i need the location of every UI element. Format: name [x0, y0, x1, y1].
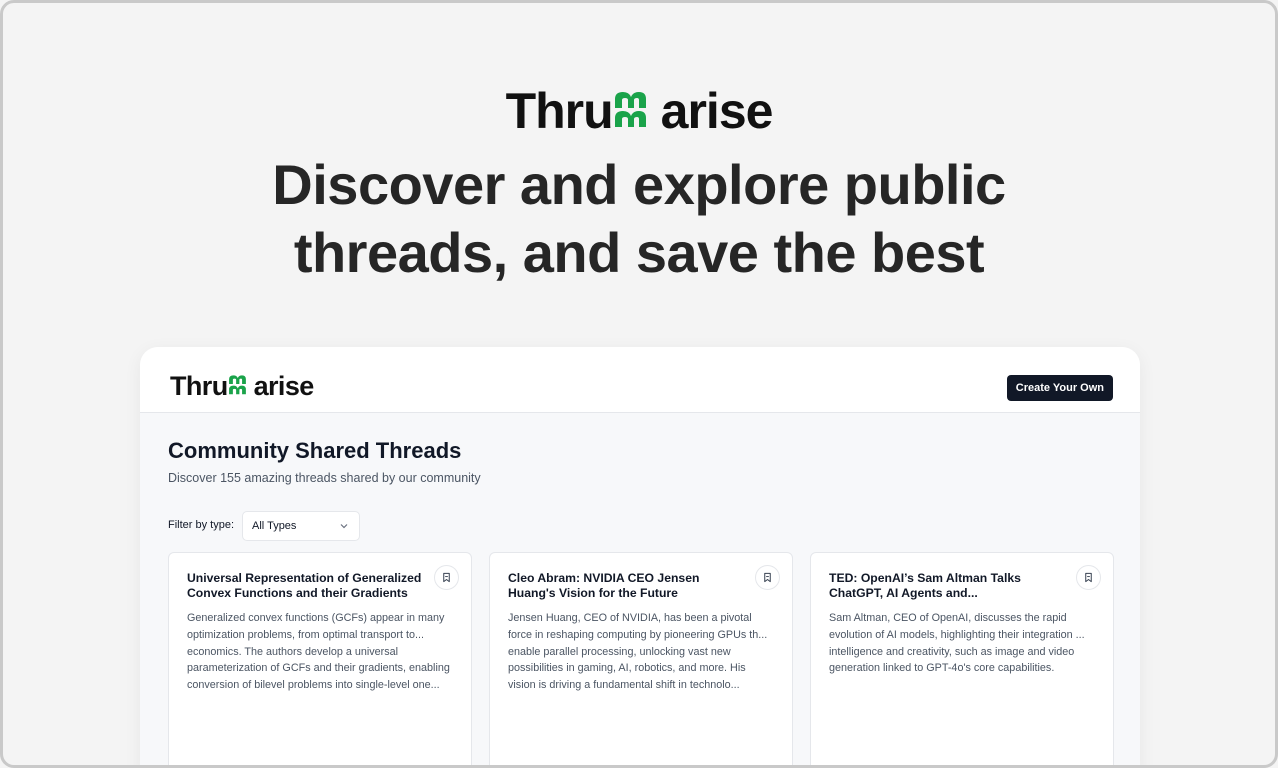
logo-text-thru: Thru [170, 371, 228, 401]
header-logo[interactable]: Thru arise [170, 371, 314, 401]
thread-card-title[interactable]: Universal Representation of Generalized … [187, 571, 427, 601]
app-header: Thru arise Create Your Own [140, 347, 1140, 413]
bookmark-icon [764, 572, 771, 583]
thread-card-summary: Sam Altman, CEO of OpenAI, discusses the… [829, 612, 1085, 675]
thread-card[interactable]: Cleo Abram: NVIDIA CEO Jensen Huang's Vi… [489, 552, 793, 765]
page-subtitle: Discover 155 amazing threads shared by o… [168, 471, 481, 485]
page-title: Community Shared Threads [168, 438, 462, 463]
bookmark-button[interactable] [755, 565, 780, 590]
filter-selected-value: All Types [252, 520, 297, 532]
logo-m-mark-icon [228, 371, 254, 401]
hero-title-line-1: Discover and explore public [272, 153, 1006, 216]
thread-card[interactable]: TED: OpenAI’s Sam Altman Talks ChatGPT, … [810, 552, 1114, 765]
filter-type-select[interactable]: All Types [242, 511, 360, 541]
bookmark-icon [1085, 572, 1092, 583]
create-your-own-button[interactable]: Create Your Own [1006, 375, 1113, 401]
screenshot-frame: Thru arise Discover and explore public t… [0, 0, 1278, 768]
thread-card-title[interactable]: TED: OpenAI’s Sam Altman Talks ChatGPT, … [829, 571, 1069, 601]
bookmark-button[interactable] [1076, 565, 1101, 590]
thrumarise-logo: Thru arise [505, 83, 774, 139]
thread-card-title[interactable]: Cleo Abram: NVIDIA CEO Jensen Huang's Vi… [508, 571, 748, 601]
hero-logo: Thru arise [3, 83, 1275, 139]
thread-card-summary: Generalized convex functions (GCFs) appe… [187, 612, 450, 692]
bookmark-button[interactable] [434, 565, 459, 590]
chevron-down-icon [340, 524, 348, 529]
logo-text-arise: arise [253, 371, 315, 401]
logo-m-mark-icon [613, 83, 661, 139]
app-preview: Thru arise Create Your Own Community Sha… [140, 347, 1140, 765]
thread-card-summary: Jensen Huang, CEO of NVIDIA, has been a … [508, 612, 768, 692]
logo-text-thru: Thru [505, 83, 614, 139]
hero-title-line-2: threads, and save the best [293, 221, 985, 284]
thread-card[interactable]: Universal Representation of Generalized … [168, 552, 472, 765]
hero-title: Discover and explore public threads, and… [3, 151, 1275, 287]
logo-text-arise: arise [660, 83, 774, 139]
filter-label: Filter by type: [168, 519, 235, 531]
bookmark-icon [443, 572, 450, 583]
